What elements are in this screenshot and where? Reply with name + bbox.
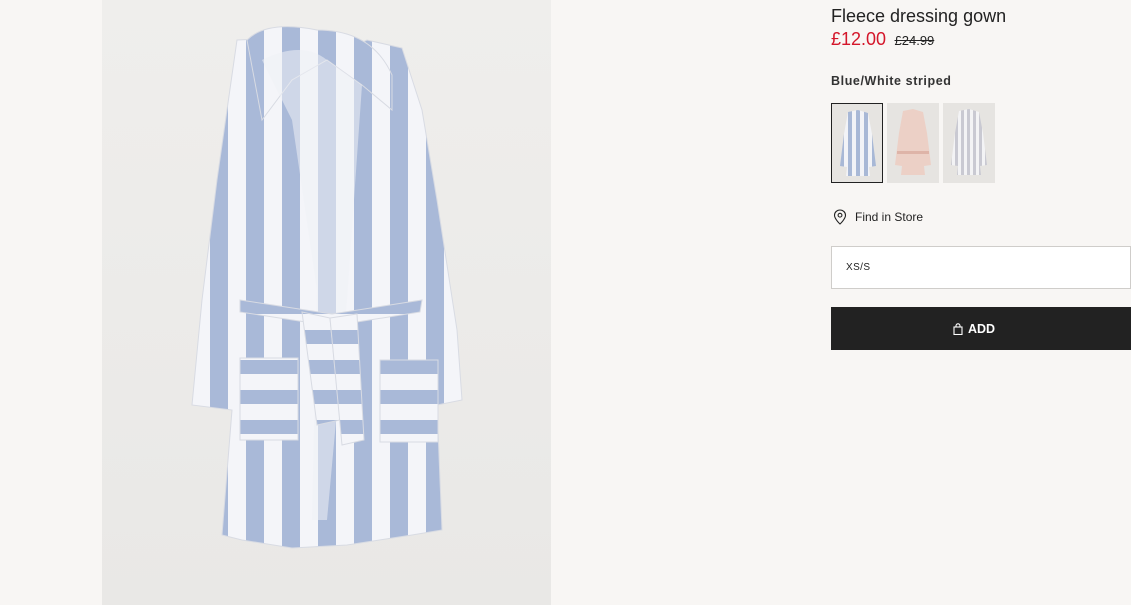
- size-select[interactable]: XS/S: [831, 246, 1131, 289]
- location-pin-icon: [833, 209, 847, 225]
- sale-price: £12.00: [831, 29, 887, 49]
- add-to-bag-button[interactable]: ADD: [831, 307, 1131, 350]
- price-row: £12.00 £24.99: [831, 29, 934, 50]
- product-image[interactable]: [102, 0, 551, 605]
- selected-size: XS/S: [846, 262, 871, 273]
- color-swatch-white-grey[interactable]: [943, 103, 995, 183]
- add-button-label: ADD: [967, 321, 996, 336]
- original-price: £24.99: [894, 33, 935, 48]
- color-swatch-pink[interactable]: [887, 103, 939, 183]
- shopping-bag-icon: [953, 322, 963, 335]
- color-swatches: [831, 103, 995, 183]
- product-title: Fleece dressing gown: [831, 6, 1007, 26]
- find-in-store-link[interactable]: Find in Store: [833, 209, 923, 225]
- find-in-store-label: Find in Store: [855, 210, 924, 224]
- color-swatch-blue-white[interactable]: [831, 103, 883, 183]
- selected-color-name: Blue/White striped: [831, 74, 952, 88]
